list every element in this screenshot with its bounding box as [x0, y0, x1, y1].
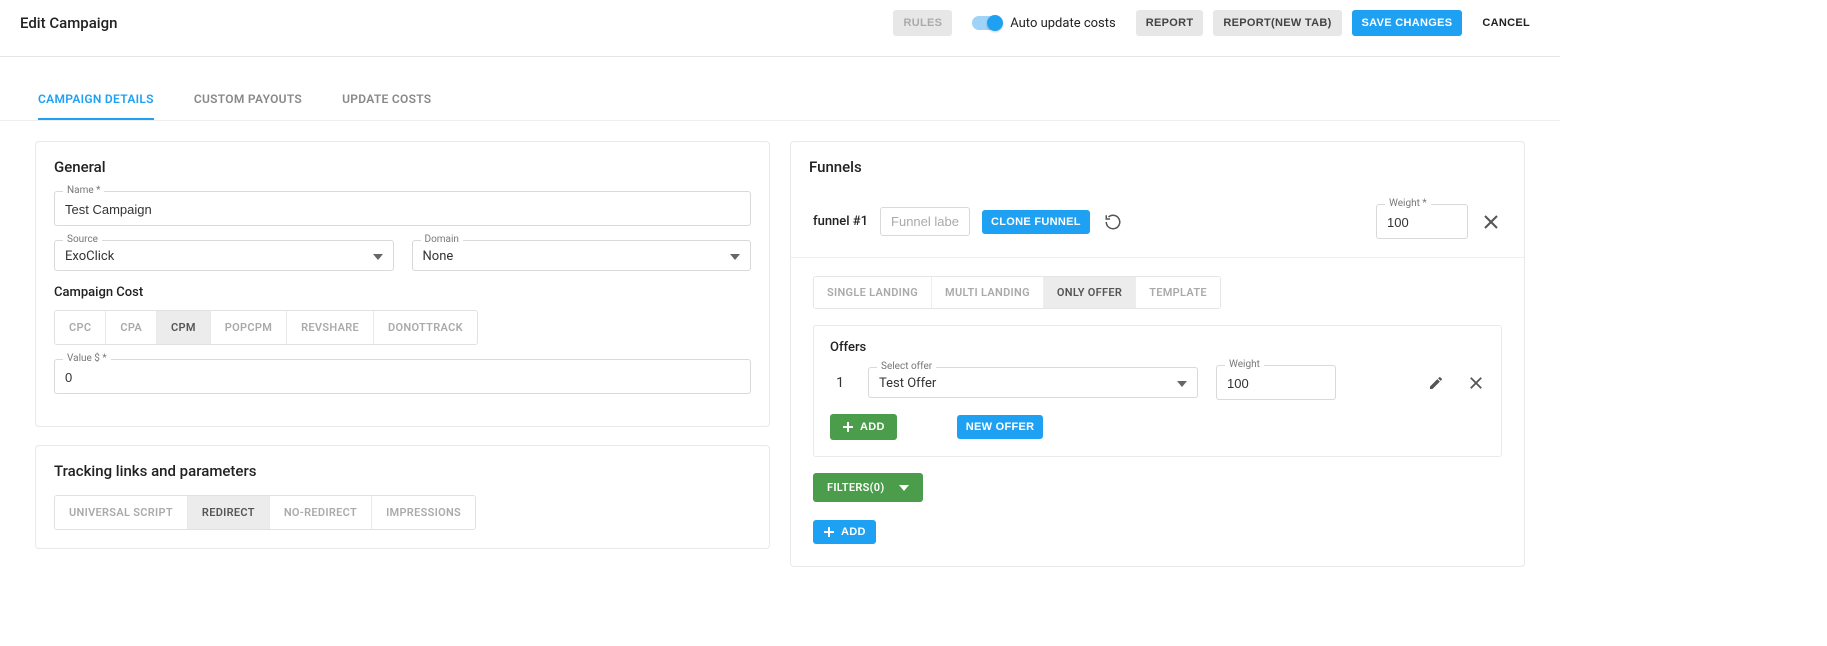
funnels-panel: Funnels funnel #1 Clone Funnel Weight * [790, 141, 1525, 567]
tracking-type-no-redirect[interactable]: No-Redirect [270, 496, 372, 529]
main-tabs: Campaign Details Custom Payouts Update C… [0, 82, 1560, 121]
domain-value: None [423, 249, 731, 264]
tracking-title: Tracking links and parameters [36, 446, 769, 490]
funnel-weight-input[interactable] [1387, 213, 1457, 232]
cost-type-group: CPCCPACPMPOPCPMREVSHAREDONOTTRACK [54, 310, 478, 345]
funnel-type-tabs: Single LandingMulti LandingOnly OfferTem… [813, 276, 1221, 309]
toggle-switch[interactable] [972, 16, 1002, 30]
chevron-down-icon [899, 485, 909, 491]
caret-down-icon [730, 254, 740, 260]
funnel-weight-field[interactable]: Weight * [1376, 204, 1468, 239]
add-funnel-label: Add [841, 526, 866, 538]
cost-type-revshare[interactable]: REVSHARE [287, 311, 374, 344]
caret-down-icon [373, 254, 383, 260]
tracking-type-redirect[interactable]: Redirect [188, 496, 270, 529]
cost-type-donottrack[interactable]: DONOTTRACK [374, 311, 477, 344]
cost-type-cpa[interactable]: CPA [106, 311, 157, 344]
page-title: Edit Campaign [20, 14, 117, 32]
name-field[interactable]: Name * [54, 191, 751, 226]
offer-index: 1 [830, 375, 850, 391]
offer-weight-input[interactable] [1227, 374, 1325, 393]
filters-button[interactable]: Filters(0) [813, 473, 923, 502]
add-funnel-button[interactable]: Add [813, 520, 876, 544]
filters-label: Filters(0) [827, 481, 885, 494]
funnel-label-input[interactable] [880, 207, 970, 236]
header-actions: Rules Auto update costs Report Report(Ne… [893, 10, 1540, 36]
rules-button[interactable]: Rules [893, 10, 952, 36]
auto-update-costs-toggle[interactable]: Auto update costs [972, 16, 1115, 31]
funnels-title: Funnels [791, 142, 1524, 186]
close-icon[interactable] [1480, 211, 1502, 233]
general-panel: General Name * Source ExoClick [35, 141, 770, 427]
offers-box: Offers 1 Select offer Test Offer [813, 325, 1502, 457]
auto-update-label: Auto update costs [1010, 16, 1115, 31]
cost-type-cpm[interactable]: CPM [157, 311, 211, 344]
cost-value-input[interactable] [65, 368, 740, 387]
add-offer-button[interactable]: Add [830, 414, 897, 440]
offer-select-label: Select offer [877, 361, 936, 372]
tab-update-costs[interactable]: Update Costs [342, 82, 431, 120]
close-icon[interactable] [1467, 374, 1485, 392]
tab-campaign-details[interactable]: Campaign Details [38, 82, 154, 120]
cost-value-label: Value $ * [63, 353, 111, 364]
funnel-tab-multi-landing[interactable]: Multi Landing [932, 277, 1044, 308]
funnel-weight-label: Weight * [1385, 198, 1431, 209]
offer-weight-label: Weight [1225, 359, 1264, 370]
offer-select-value: Test Offer [879, 376, 1177, 391]
edit-icon[interactable] [1427, 374, 1445, 392]
general-title: General [36, 142, 769, 186]
offer-row: 1 Select offer Test Offer Weight [830, 365, 1485, 400]
tab-custom-payouts[interactable]: Custom Payouts [194, 82, 302, 120]
source-value: ExoClick [65, 249, 373, 264]
source-select[interactable]: Source ExoClick [54, 240, 394, 271]
add-offer-label: Add [860, 421, 885, 433]
funnel-id: funnel #1 [813, 214, 868, 229]
domain-label: Domain [421, 234, 463, 245]
new-offer-button[interactable]: New Offer [957, 415, 1044, 439]
offer-weight-field[interactable]: Weight [1216, 365, 1336, 400]
tracking-panel: Tracking links and parameters Universal … [35, 445, 770, 549]
name-input[interactable] [65, 200, 740, 219]
offers-title: Offers [830, 340, 1485, 355]
clone-funnel-button[interactable]: Clone Funnel [982, 210, 1090, 234]
header-bar: Edit Campaign Rules Auto update costs Re… [0, 0, 1560, 57]
tracking-type-group: Universal ScriptRedirectNo-RedirectImpre… [54, 495, 476, 530]
funnel-tab-template[interactable]: Template [1136, 277, 1220, 308]
cost-type-popcpm[interactable]: POPCPM [211, 311, 287, 344]
name-label: Name * [63, 185, 104, 196]
tracking-type-impressions[interactable]: Impressions [372, 496, 475, 529]
funnel-tab-only-offer[interactable]: Only Offer [1044, 277, 1136, 308]
tracking-type-universal-script[interactable]: Universal Script [55, 496, 188, 529]
reset-icon[interactable] [1102, 211, 1124, 233]
report-new-tab-button[interactable]: Report(New Tab) [1213, 10, 1341, 36]
cancel-button[interactable]: Cancel [1472, 10, 1540, 36]
campaign-cost-title: Campaign Cost [54, 285, 751, 300]
cost-type-cpc[interactable]: CPC [55, 311, 106, 344]
domain-select[interactable]: Domain None [412, 240, 752, 271]
report-button[interactable]: Report [1136, 10, 1204, 36]
funnel-tab-single-landing[interactable]: Single Landing [814, 277, 932, 308]
source-label: Source [63, 234, 102, 245]
caret-down-icon [1177, 381, 1187, 387]
funnel-header: funnel #1 Clone Funnel Weight * [791, 186, 1524, 258]
save-changes-button[interactable]: Save Changes [1352, 10, 1463, 36]
cost-value-field[interactable]: Value $ * [54, 359, 751, 394]
offer-select[interactable]: Select offer Test Offer [868, 367, 1198, 398]
